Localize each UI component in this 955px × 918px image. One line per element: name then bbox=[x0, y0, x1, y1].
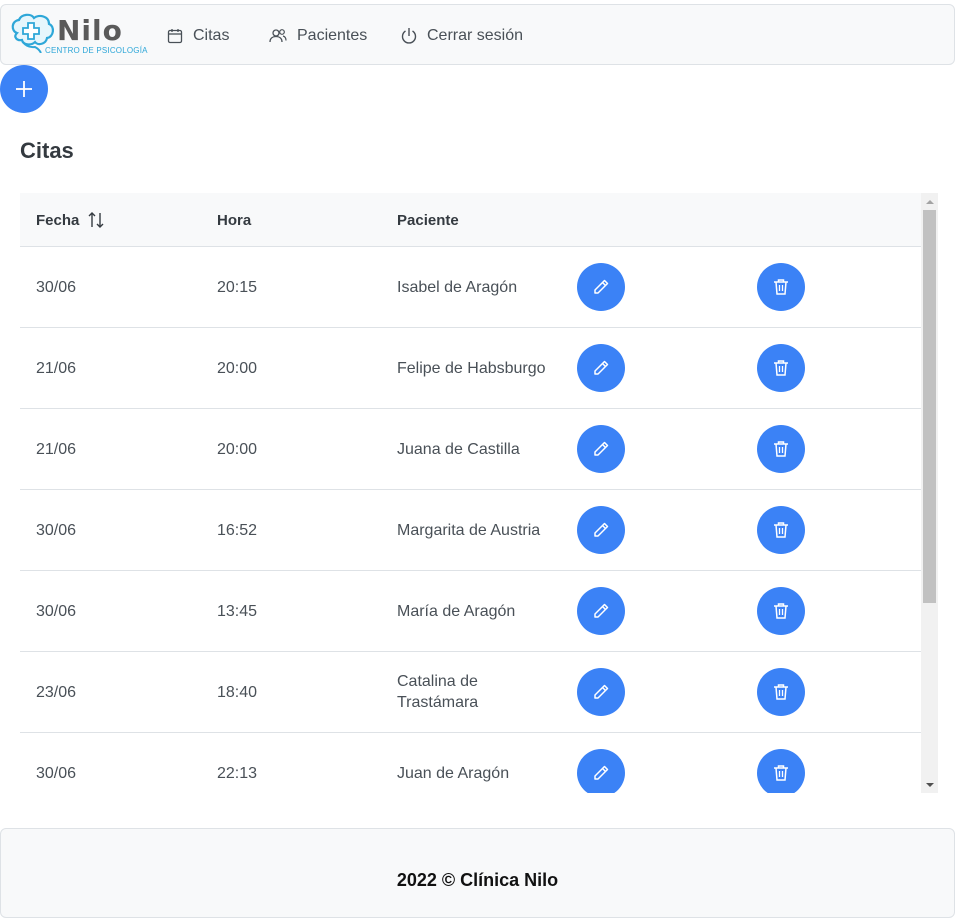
column-header-fecha[interactable]: Fecha bbox=[36, 193, 105, 247]
delete-button[interactable] bbox=[757, 668, 805, 716]
edit-button[interactable] bbox=[577, 506, 625, 554]
cell-hora: 16:52 bbox=[217, 521, 258, 539]
table-row: 30/06 20:15 Isabel de Aragón bbox=[20, 247, 921, 328]
add-cita-button[interactable] bbox=[0, 65, 48, 113]
table-row: 30/06 22:13 Juan de Aragón bbox=[20, 733, 921, 793]
top-navbar: Nilo CENTRO DE PSICOLOGÍA Citas Paciente… bbox=[0, 4, 955, 65]
column-header-hora: Hora bbox=[217, 211, 252, 229]
cell-fecha: 30/06 bbox=[36, 278, 77, 296]
cell-fecha: 21/06 bbox=[36, 440, 77, 458]
delete-button[interactable] bbox=[757, 425, 805, 473]
cell-hora: 13:45 bbox=[217, 602, 258, 620]
cell-paciente: Juana de Castilla bbox=[397, 440, 520, 458]
table-row: 30/06 13:45 María de Aragón bbox=[20, 571, 921, 652]
nav-logout-label: Cerrar sesión bbox=[427, 26, 524, 44]
pencil-icon bbox=[594, 603, 609, 618]
page-title: Citas bbox=[20, 138, 74, 163]
nav-logout[interactable]: Cerrar sesión bbox=[401, 5, 523, 66]
delete-button[interactable] bbox=[757, 506, 805, 554]
cell-paciente: Margarita de Austria bbox=[397, 521, 541, 539]
delete-button[interactable] bbox=[757, 749, 805, 793]
pencil-icon bbox=[594, 279, 609, 294]
cell-fecha: 30/06 bbox=[36, 521, 77, 539]
cell-paciente: Juan de Aragón bbox=[397, 764, 510, 782]
sort-alt-icon[interactable] bbox=[87, 211, 105, 229]
table-row: 21/06 20:00 Juana de Castilla bbox=[20, 409, 921, 490]
trash-icon bbox=[774, 279, 788, 295]
cell-fecha: 21/06 bbox=[36, 359, 77, 377]
delete-button[interactable] bbox=[757, 344, 805, 392]
edit-button[interactable] bbox=[577, 263, 625, 311]
edit-button[interactable] bbox=[577, 668, 625, 716]
brand-subtitle: CENTRO DE PSICOLOGÍA bbox=[45, 46, 148, 55]
cell-fecha: 23/06 bbox=[36, 683, 77, 701]
column-header-fecha-label: Fecha bbox=[36, 211, 80, 229]
pencil-icon bbox=[594, 684, 609, 699]
nav-pacientes-label: Pacientes bbox=[297, 26, 368, 44]
triangle-down-icon bbox=[925, 782, 934, 787]
power-icon bbox=[401, 27, 417, 44]
cell-paciente: Felipe de Habsburgo bbox=[397, 359, 546, 377]
triangle-up-icon bbox=[925, 199, 934, 204]
trash-icon bbox=[774, 441, 788, 457]
edit-button[interactable] bbox=[577, 749, 625, 793]
pencil-icon bbox=[594, 360, 609, 375]
delete-button[interactable] bbox=[757, 263, 805, 311]
cell-paciente: María de Aragón bbox=[397, 602, 516, 620]
brand-name: Nilo bbox=[57, 14, 123, 47]
table-row: 23/06 18:40 Catalina de Trastámara bbox=[20, 652, 921, 733]
cell-fecha: 30/06 bbox=[36, 764, 77, 782]
table-row: 30/06 16:52 Margarita de Austria bbox=[20, 490, 921, 571]
cell-hora: 20:00 bbox=[217, 440, 258, 458]
cell-hora: 18:40 bbox=[217, 683, 258, 701]
cell-paciente: Catalina de Trastámara bbox=[397, 673, 479, 711]
calendar-icon bbox=[167, 28, 183, 43]
pencil-icon bbox=[594, 765, 609, 780]
trash-icon bbox=[774, 522, 788, 538]
trash-icon bbox=[774, 765, 788, 781]
scroll-down-arrow[interactable] bbox=[921, 776, 938, 793]
users-icon bbox=[269, 28, 287, 42]
edit-button[interactable] bbox=[577, 587, 625, 635]
cell-fecha: 30/06 bbox=[36, 602, 77, 620]
edit-button[interactable] bbox=[577, 425, 625, 473]
plus-icon bbox=[16, 81, 32, 97]
trash-icon bbox=[774, 684, 788, 700]
nilo-logo[interactable]: Nilo CENTRO DE PSICOLOGÍA bbox=[9, 13, 147, 57]
table-header: Fecha Hora Paciente bbox=[20, 193, 921, 247]
cell-hora: 22:13 bbox=[217, 764, 258, 782]
scroll-thumb[interactable] bbox=[923, 210, 936, 603]
table-scrollbar[interactable] bbox=[921, 193, 938, 793]
pencil-icon bbox=[594, 522, 609, 537]
table-body: 30/06 20:15 Isabel de Aragón 21/06 20:00 Feli… bbox=[20, 247, 921, 793]
table-row: 21/06 20:00 Felipe de Habsburgo bbox=[20, 328, 921, 409]
cell-paciente: Isabel de Aragón bbox=[397, 278, 518, 296]
nav-citas[interactable]: Citas bbox=[167, 5, 229, 66]
page-footer: 2022 © Clínica Nilo bbox=[0, 828, 955, 918]
cell-hora: 20:00 bbox=[217, 359, 258, 377]
trash-icon bbox=[774, 603, 788, 619]
delete-button[interactable] bbox=[757, 587, 805, 635]
nav-citas-label: Citas bbox=[193, 26, 230, 44]
nav-pacientes[interactable]: Pacientes bbox=[269, 5, 367, 66]
footer-text: 2022 © Clínica Nilo bbox=[396, 869, 559, 890]
edit-button[interactable] bbox=[577, 344, 625, 392]
cell-hora: 20:15 bbox=[217, 278, 258, 296]
scroll-up-arrow[interactable] bbox=[921, 193, 938, 210]
column-header-paciente: Paciente bbox=[397, 211, 459, 229]
citas-table: Fecha Hora Paciente 30/06 20:15 Isabel de … bbox=[20, 193, 938, 793]
trash-icon bbox=[774, 360, 788, 376]
pencil-icon bbox=[594, 441, 609, 456]
